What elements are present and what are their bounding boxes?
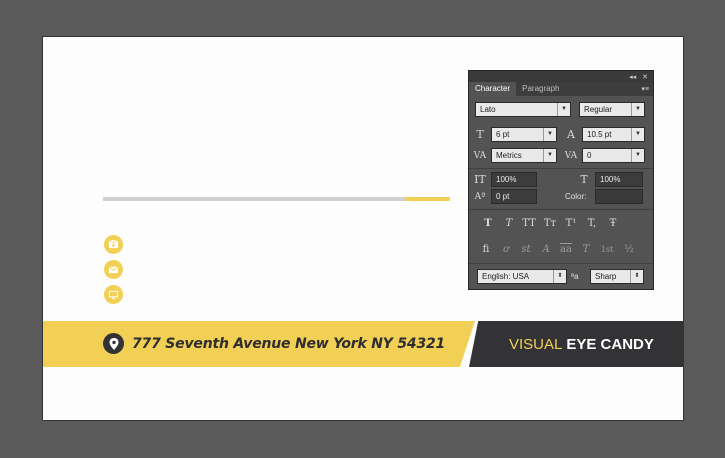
panel-divider	[469, 209, 653, 210]
tab-character[interactable]: Character	[469, 82, 517, 96]
discretionary-ligatures-button[interactable]: ơ	[498, 243, 514, 257]
brand-name-part2: EYE CANDY	[566, 335, 654, 353]
anti-alias-icon: ªa	[571, 272, 579, 281]
font-family-value: Lato	[480, 105, 496, 114]
kerning-value: Metrics	[496, 151, 522, 160]
fractions-button[interactable]: ½	[621, 243, 637, 257]
font-style-value: Regular	[584, 105, 613, 114]
strikethrough-button[interactable]: Ŧ	[605, 217, 621, 231]
stylistic-alternates-button[interactable]: aa	[558, 243, 574, 257]
brand-name-part1: VISUAL	[509, 335, 563, 353]
font-size-icon: T	[476, 128, 484, 141]
close-panel-button[interactable]: ✕	[642, 73, 648, 81]
faux-italic-button[interactable]: T	[501, 217, 517, 231]
kerning-icon: VA	[473, 151, 487, 161]
mail-icon	[104, 260, 123, 279]
baseline-shift-icon: Aª	[474, 192, 486, 202]
panel-divider	[469, 168, 653, 169]
divider-bar-gray	[103, 197, 405, 201]
anti-alias-select[interactable]: Sharp ⬍	[590, 269, 644, 284]
chevron-down-icon: ▼	[557, 103, 570, 116]
chevron-down-icon: ▼	[543, 149, 556, 162]
font-size-value: 6 pt	[496, 130, 510, 139]
language-select[interactable]: English: USA ⬍	[477, 269, 567, 284]
font-size-field[interactable]: 6 pt ▼	[491, 127, 557, 142]
phone-icon	[104, 235, 123, 254]
panel-menu-icon[interactable]: ▾≡	[641, 85, 649, 93]
horizontal-scale-field[interactable]: 100%	[595, 172, 643, 187]
horizontal-scale-icon: T	[580, 173, 588, 186]
panel-titlebar: ◂◂ ✕	[469, 71, 653, 82]
character-panel: ◂◂ ✕ Character Paragraph ▾≡ Lato ▼ Regul…	[468, 70, 654, 290]
ligatures-button[interactable]: fi	[478, 243, 494, 257]
baseline-shift-value: 0 pt	[496, 192, 510, 201]
leading-icon: A	[567, 128, 575, 141]
tracking-field[interactable]: 0 ▼	[582, 148, 645, 163]
small-caps-button[interactable]: Tт	[542, 217, 558, 231]
language-value: English: USA	[482, 272, 530, 281]
vertical-scale-icon: IT	[474, 173, 486, 186]
chevron-down-icon: ▼	[631, 128, 644, 141]
chevron-down-icon: ▼	[631, 149, 644, 162]
ordinals-button[interactable]: 1st	[599, 243, 615, 257]
vertical-scale-field[interactable]: 100%	[491, 172, 537, 187]
kerning-field[interactable]: Metrics ▼	[491, 148, 557, 163]
leading-field[interactable]: 10.5 pt ▼	[582, 127, 645, 142]
vertical-scale-value: 100%	[496, 175, 517, 184]
font-style-select[interactable]: Regular ▼	[579, 102, 645, 117]
tracking-value: 0	[587, 151, 592, 160]
monitor-icon	[104, 285, 123, 304]
divider-bar-yellow	[405, 197, 450, 201]
titling-alternates-button[interactable]: T	[578, 243, 594, 257]
horizontal-scale-value: 100%	[600, 175, 621, 184]
address-text: 777 Seventh Avenue New York NY 54321	[132, 336, 446, 352]
panel-tabs: Character Paragraph ▾≡	[469, 82, 653, 96]
brand-band: VISUAL EYE CANDY	[469, 321, 683, 367]
faux-bold-button[interactable]: T	[480, 217, 496, 231]
leading-value: 10.5 pt	[587, 130, 612, 139]
collapse-panel-button[interactable]: ◂◂	[629, 73, 636, 81]
all-caps-button[interactable]: TT	[521, 217, 537, 231]
location-pin-icon	[103, 333, 124, 354]
panel-divider	[469, 263, 653, 264]
chevron-down-icon: ▼	[543, 128, 556, 141]
chevron-down-icon: ▼	[631, 103, 644, 116]
chevron-updown-icon: ⬍	[630, 270, 643, 283]
color-swatch[interactable]	[595, 189, 643, 204]
color-label: Color:	[565, 192, 587, 201]
swash-button[interactable]: A	[538, 243, 554, 257]
anti-alias-value: Sharp	[595, 272, 617, 281]
subscript-button[interactable]: T,	[584, 217, 600, 231]
chevron-updown-icon: ⬍	[553, 270, 566, 283]
superscript-button[interactable]: T¹	[563, 217, 579, 231]
tracking-icon: VA	[564, 151, 578, 161]
contextual-alternates-button[interactable]: st	[518, 243, 534, 257]
tab-paragraph[interactable]: Paragraph	[516, 82, 565, 96]
baseline-shift-field[interactable]: 0 pt	[491, 189, 537, 204]
font-family-select[interactable]: Lato ▼	[475, 102, 571, 117]
address-band: 777 Seventh Avenue New York NY 54321	[43, 321, 475, 367]
